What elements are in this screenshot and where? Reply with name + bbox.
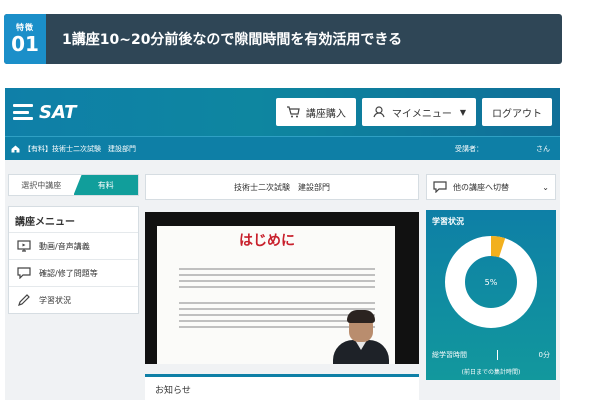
feature-headline: 1講座10~20分前後なので隙間時間を有効活用できる xyxy=(62,32,403,48)
user-icon xyxy=(373,106,385,118)
sat-logo[interactable]: SAT xyxy=(13,102,76,123)
course-title: 技術士二次試験 建設部門 xyxy=(145,174,419,200)
logout-button[interactable]: ログアウト xyxy=(482,98,552,126)
menu-item-progress-label: 学習状況 xyxy=(39,295,71,305)
left-sidebar: 選択中講座 有料 講座メニュー 動画/音声講義 確認/修了問題等 学習状況 xyxy=(8,174,139,314)
menu-item-quiz-label: 確認/修了問題等 xyxy=(39,268,98,278)
chat-icon xyxy=(433,181,447,193)
course-switcher-label: 他の講座へ切替 xyxy=(453,182,509,192)
learning-status-panel: 学習状況 5% 総学習時間 0分 (前日までの集計時間) xyxy=(426,210,556,380)
chevron-down-icon: ⌄ xyxy=(542,182,549,192)
pencil-icon xyxy=(18,294,30,306)
feature-banner: 特徴 01 1講座10~20分前後なので隙間時間を有効活用できる xyxy=(4,14,562,64)
cart-icon xyxy=(286,106,300,118)
learning-status-title: 学習状況 xyxy=(432,217,464,226)
breadcrumb-course[interactable]: 【有料】技術士二次試験 建設部門 xyxy=(24,144,136,154)
total-study-time-value: 0分 xyxy=(538,351,550,359)
menu-item-video[interactable]: 動画/音声講義 xyxy=(9,232,138,259)
progress-percent: 5% xyxy=(484,277,498,287)
course-menu-title: 講座メニュー xyxy=(15,217,75,228)
study-time-note: (前日までの集計時間) xyxy=(461,369,521,376)
feature-badge: 特徴 01 xyxy=(4,14,46,64)
student-label: 受講者： xyxy=(455,145,483,153)
chevron-down-icon: ▼ xyxy=(459,107,466,117)
total-study-time-row: 総学習時間 0分 xyxy=(432,350,550,360)
student-suffix: さん xyxy=(536,145,550,153)
tab-selected-course[interactable]: 選択中講座 xyxy=(9,175,74,195)
notice-title: お知らせ xyxy=(155,386,191,396)
home-icon[interactable] xyxy=(11,145,20,153)
app-window: SAT 講座購入 マイメニュー ▼ ログアウト 【有料】技術士二次試験 建設部門… xyxy=(5,88,560,400)
course-switcher[interactable]: 他の講座へ切替 ⌄ xyxy=(426,174,556,200)
slide-title: はじめに xyxy=(239,233,295,249)
breadcrumb: 【有料】技術士二次試験 建設部門 受講者： さん xyxy=(5,136,560,160)
purchase-button-label: 講座購入 xyxy=(305,108,346,120)
logo-icon xyxy=(13,104,33,120)
menu-item-progress[interactable]: 学習状況 xyxy=(9,286,138,313)
monitor-icon xyxy=(17,240,31,252)
top-buttons: 講座購入 マイメニュー ▼ ログアウト xyxy=(275,98,552,126)
logo-text: SAT xyxy=(39,101,77,123)
menu-item-video-label: 動画/音声講義 xyxy=(39,241,90,251)
notice-panel: お知らせ xyxy=(145,374,419,400)
my-menu-button-label: マイメニュー xyxy=(391,108,452,120)
course-tabs: 選択中講座 有料 xyxy=(8,174,139,196)
logout-button-label: ログアウト xyxy=(492,108,542,120)
main-body: 選択中講座 有料 講座メニュー 動画/音声講義 確認/修了問題等 学習状況 技術… xyxy=(5,160,560,400)
presenter-image xyxy=(331,310,391,364)
menu-item-quiz[interactable]: 確認/修了問題等 xyxy=(9,259,138,286)
my-menu-button[interactable]: マイメニュー ▼ xyxy=(361,98,476,126)
feature-badge-number: 01 xyxy=(11,32,39,56)
course-menu: 講座メニュー 動画/音声講義 確認/修了問題等 学習状況 xyxy=(8,206,139,314)
main-content: 技術士二次試験 建設部門 はじめに お知らせ xyxy=(145,174,419,400)
video-player[interactable]: はじめに xyxy=(145,212,419,364)
top-bar: SAT 講座購入 マイメニュー ▼ ログアウト xyxy=(5,88,560,136)
right-sidebar: 他の講座へ切替 ⌄ 学習状況 5% 総学習時間 0分 (前日までの集計時間) xyxy=(426,174,556,380)
tab-paid[interactable]: 有料 xyxy=(73,175,138,195)
chat-icon xyxy=(17,267,31,279)
purchase-button[interactable]: 講座購入 xyxy=(275,98,356,126)
total-study-time-label: 総学習時間 xyxy=(432,351,467,359)
divider xyxy=(497,350,498,360)
